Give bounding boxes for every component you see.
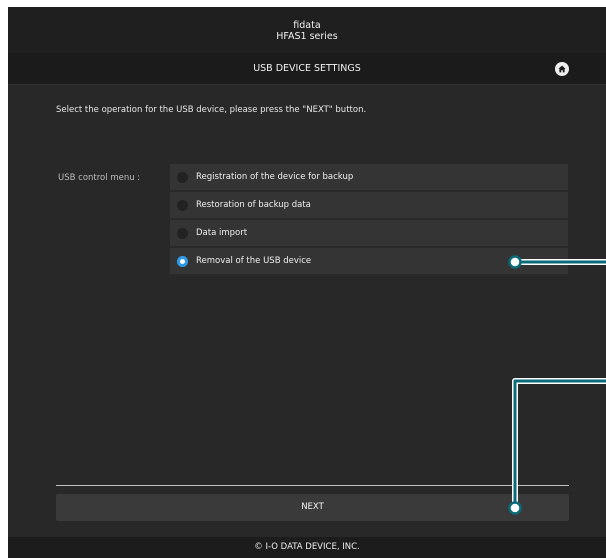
- radio-icon[interactable]: [177, 228, 188, 239]
- option-label: Registration of the device for backup: [196, 172, 354, 182]
- usb-control-menu-label: USB control menu :: [58, 173, 141, 183]
- title-bar: USB DEVICE SETTINGS: [8, 53, 606, 85]
- option-removal[interactable]: Removal of the USB device: [170, 248, 568, 275]
- usb-control-options: Registration of the device for backup Re…: [170, 164, 568, 276]
- next-button[interactable]: NEXT: [56, 494, 569, 521]
- brand-header: fidata HFAS1 series: [8, 7, 606, 53]
- radio-selected-icon[interactable]: [177, 256, 188, 267]
- divider: [56, 485, 569, 486]
- option-restoration[interactable]: Restoration of backup data: [170, 192, 568, 219]
- home-icon: [558, 65, 566, 73]
- page-title: USB DEVICE SETTINGS: [253, 63, 361, 74]
- series-name: HFAS1 series: [276, 31, 338, 42]
- option-label: Restoration of backup data: [196, 200, 311, 210]
- footer-copyright: © I-O DATA DEVICE, INC.: [8, 537, 606, 558]
- option-label: Removal of the USB device: [196, 256, 312, 266]
- settings-window: fidata HFAS1 series USB DEVICE SETTINGS …: [8, 7, 606, 558]
- instruction-text: Select the operation for the USB device,…: [56, 105, 367, 115]
- radio-icon[interactable]: [177, 200, 188, 211]
- radio-icon[interactable]: [177, 172, 188, 183]
- option-registration[interactable]: Registration of the device for backup: [170, 164, 568, 191]
- home-button[interactable]: [555, 62, 569, 76]
- option-data-import[interactable]: Data import: [170, 220, 568, 247]
- option-label: Data import: [196, 228, 248, 238]
- brand-name: fidata: [293, 20, 321, 31]
